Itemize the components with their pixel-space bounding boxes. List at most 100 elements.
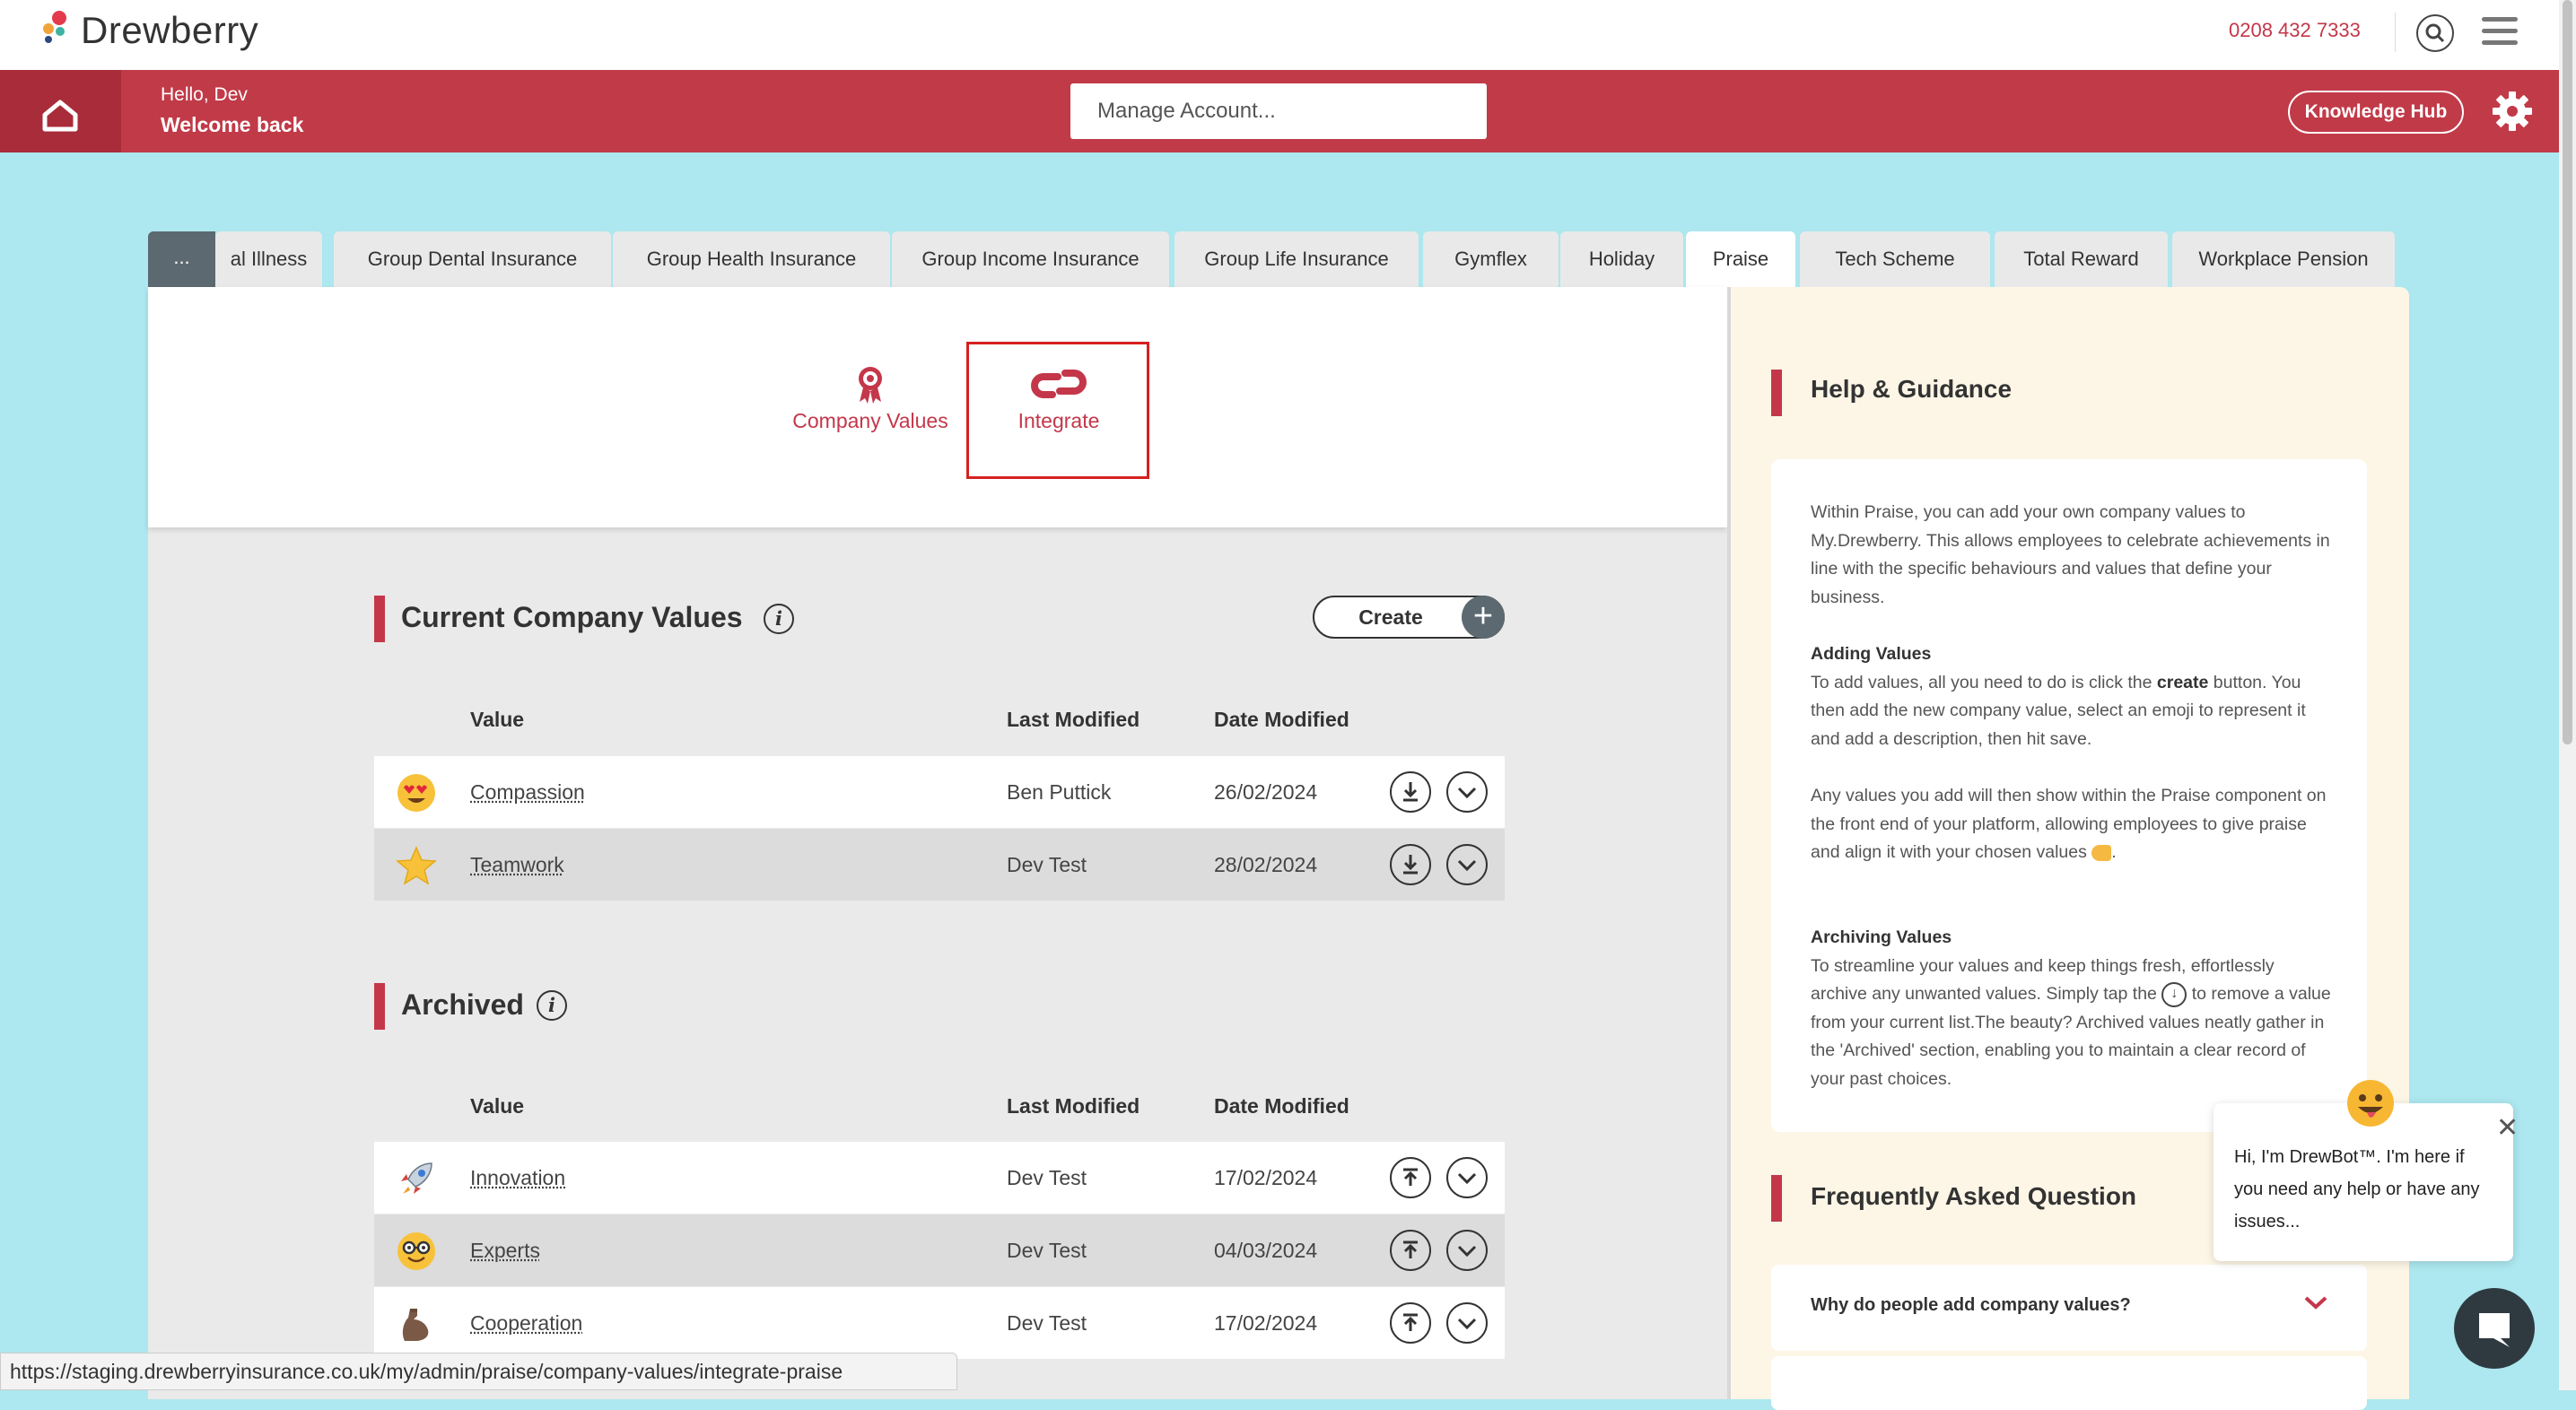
chevron-down-icon[interactable] [1446, 1157, 1488, 1198]
date-modified-cell: 28/02/2024 [1214, 853, 1318, 876]
date-modified-cell: 17/02/2024 [1214, 1166, 1318, 1189]
home-button[interactable] [0, 70, 121, 152]
chevron-down-icon[interactable] [2302, 1293, 2329, 1316]
archive-icon[interactable] [1390, 844, 1431, 885]
section-accent [374, 983, 385, 1030]
star-icon [396, 845, 437, 886]
drewbot-emoji-icon [2345, 1078, 2396, 1128]
archive-icon[interactable] [1390, 771, 1431, 813]
faq-title: Frequently Asked Question [1811, 1182, 2137, 1210]
date-modified-cell: 04/03/2024 [1214, 1239, 1318, 1262]
column-header-last-modified: Last Modified [1007, 1094, 1140, 1118]
chevron-down-icon[interactable] [1446, 1302, 1488, 1344]
column-header-value: Value [470, 708, 525, 731]
flexed-biceps-icon [396, 1303, 437, 1345]
divider [2395, 13, 2396, 52]
chevron-down-icon[interactable] [1446, 1230, 1488, 1271]
phone-number[interactable]: 0208 432 7333 [2229, 19, 2361, 42]
close-icon[interactable]: ✕ [2496, 1112, 2519, 1144]
any-values-text: Any values you add will then show within… [1811, 786, 2327, 862]
adding-title: Adding Values [1811, 644, 1932, 664]
chevron-down-icon[interactable] [1446, 771, 1488, 813]
restore-icon[interactable] [1390, 1157, 1431, 1198]
adding-text: To add values, all you need to do is cli… [1811, 672, 2157, 692]
last-modified-cell: Ben Puttick [1007, 780, 1112, 804]
column-header-date-modified: Date Modified [1214, 1094, 1349, 1118]
table-row: Innovation Dev Test 17/02/2024 [374, 1142, 1505, 1214]
tab-group-income-insurance[interactable]: Group Income Insurance [892, 231, 1169, 287]
drewberry-logo-icon[interactable] [39, 11, 72, 43]
table-row: Experts Dev Test 04/03/2024 [374, 1214, 1505, 1286]
tab-gymflex[interactable]: Gymflex [1423, 231, 1559, 287]
tab-group-life-insurance[interactable]: Group Life Insurance [1174, 231, 1419, 287]
help-intro: Within Praise, you can add your own comp… [1811, 502, 2330, 607]
column-header-value: Value [470, 1094, 525, 1118]
adding-bold: create [2156, 672, 2209, 692]
info-icon[interactable]: i [764, 604, 794, 634]
integrate-highlight [966, 342, 1149, 479]
last-modified-cell: Dev Test [1007, 1311, 1087, 1335]
heart-eyes-icon [396, 772, 437, 814]
chatbot-message: Hi, I'm DrewBot™. I'm here if you need a… [2234, 1147, 2480, 1232]
faq-item[interactable] [1771, 1356, 2367, 1410]
welcome-text: Welcome back [161, 113, 304, 136]
create-label: Create [1358, 605, 1423, 629]
plus-icon: + [1462, 596, 1505, 639]
table-row: Cooperation Dev Test 17/02/2024 [374, 1287, 1505, 1359]
value-link[interactable]: Teamwork [470, 829, 564, 901]
home-icon [42, 100, 78, 132]
info-icon[interactable]: i [537, 990, 567, 1021]
gear-icon[interactable] [2490, 89, 2535, 134]
date-modified-cell: 17/02/2024 [1214, 1311, 1318, 1335]
faq-question[interactable]: Why do people add company values? [1811, 1295, 2131, 1316]
value-link[interactable]: Cooperation [470, 1287, 582, 1359]
tab-workplace-pension[interactable]: Workplace Pension [2172, 231, 2395, 287]
restore-icon[interactable] [1390, 1302, 1431, 1344]
rocket-icon [396, 1158, 437, 1199]
section-accent [1771, 1175, 1782, 1222]
archived-title: Archived [401, 988, 524, 1021]
tab-total-reward[interactable]: Total Reward [1995, 231, 2168, 287]
last-modified-cell: Dev Test [1007, 1166, 1087, 1189]
flexed-biceps-icon [2091, 844, 2112, 861]
help-archiving: Archiving Values To streamline your valu… [1811, 924, 2331, 1093]
tab-group-dental-insurance[interactable]: Group Dental Insurance [334, 231, 611, 287]
last-modified-cell: Dev Test [1007, 853, 1087, 876]
date-modified-cell: 26/02/2024 [1214, 780, 1318, 804]
chat-launcher-button[interactable] [2454, 1288, 2535, 1369]
search-icon[interactable] [2416, 14, 2454, 52]
create-button[interactable]: Create + [1313, 596, 1505, 639]
company-values-nav[interactable]: Company Values [781, 362, 960, 433]
help-title: Help & Guidance [1811, 375, 2013, 403]
section-accent [374, 596, 385, 642]
nerd-face-icon [396, 1231, 437, 1272]
tab-al-illness[interactable]: al Illness [215, 231, 322, 287]
column-header-date-modified: Date Modified [1214, 708, 1349, 731]
chat-icon [2479, 1313, 2510, 1347]
brand-name[interactable]: Drewberry [81, 9, 258, 52]
hamburger-menu-icon[interactable] [2482, 17, 2518, 48]
knowledge-hub-button[interactable]: Knowledge Hub [2288, 91, 2464, 134]
table-row: Teamwork Dev Test 28/02/2024 [374, 829, 1505, 901]
value-link[interactable]: Experts [470, 1214, 540, 1286]
tab-more[interactable]: ... [148, 231, 215, 287]
help-adding: Adding Values To add values, all you nee… [1811, 640, 2331, 753]
tab-holiday[interactable]: Holiday [1560, 231, 1683, 287]
tab-tech-scheme[interactable]: Tech Scheme [1800, 231, 1990, 287]
greeting-text: Hello, Dev [161, 84, 248, 105]
chevron-down-icon[interactable] [1446, 844, 1488, 885]
tab-group-health-insurance[interactable]: Group Health Insurance [613, 231, 890, 287]
current-values-title: Current Company Values [401, 601, 743, 633]
top-bar [0, 0, 2576, 70]
table-row: Compassion Ben Puttick 26/02/2024 [374, 756, 1505, 828]
restore-icon[interactable] [1390, 1230, 1431, 1271]
manage-account-select[interactable]: Manage Account... [1070, 83, 1487, 139]
tab-praise[interactable]: Praise [1686, 231, 1795, 287]
value-link[interactable]: Compassion [470, 756, 585, 828]
value-link[interactable]: Innovation [470, 1142, 565, 1214]
archive-icon: ↓ [2161, 981, 2187, 1007]
company-values-label: Company Values [792, 409, 948, 432]
award-icon [859, 367, 882, 404]
scrollbar-thumb[interactable] [2563, 0, 2572, 744]
archiving-title: Archiving Values [1811, 927, 1952, 947]
